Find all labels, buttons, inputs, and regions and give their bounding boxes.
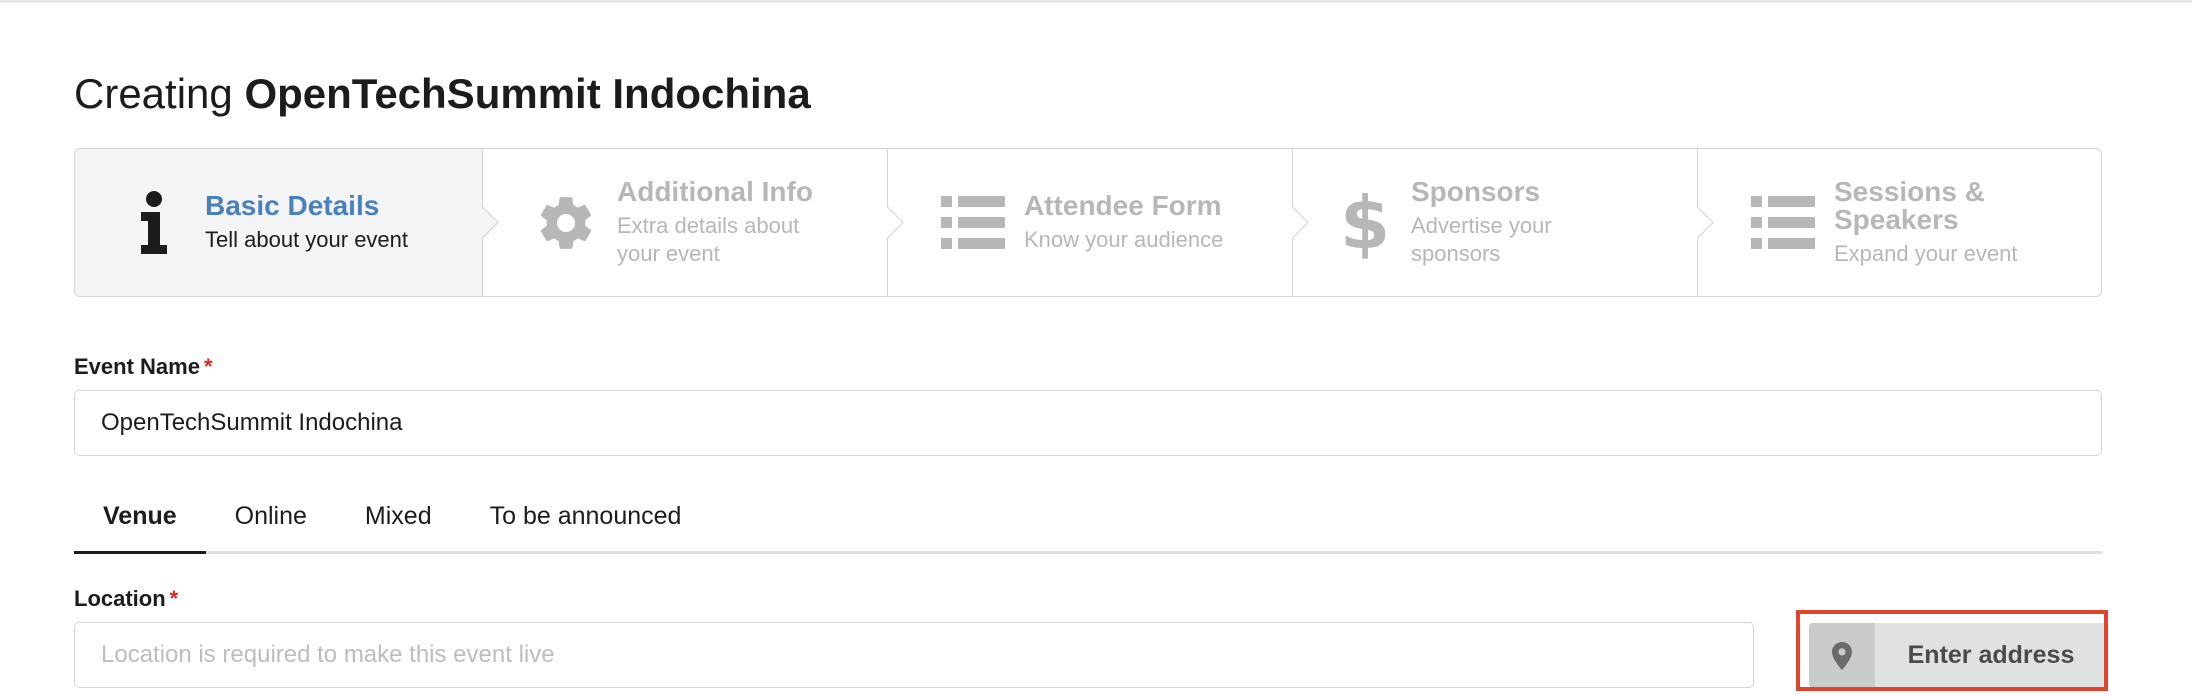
gear-icon <box>531 183 601 263</box>
step-description: Tell about your event <box>205 226 409 252</box>
step-additional-info[interactable]: Additional Info Extra details about your… <box>483 149 904 296</box>
location-type-tabs: Venue Online Mixed To be announced <box>74 490 2102 554</box>
map-pin-icon <box>1809 623 1875 688</box>
page-title: Creating OpenTechSummit Indochina <box>74 68 811 120</box>
event-name-input[interactable] <box>74 390 2102 456</box>
step-title: Sessions & Speakers <box>1834 175 1985 235</box>
step-description: Advertise your sponsors <box>1411 212 1552 266</box>
step-basic-details[interactable]: Basic Details Tell about your event <box>75 149 499 296</box>
tab-to-be-announced[interactable]: To be announced <box>461 490 711 554</box>
info-icon <box>119 183 189 263</box>
location-label: Location * <box>74 586 178 612</box>
step-title: Additional Info <box>617 175 813 207</box>
step-description: Expand your event <box>1834 240 2018 266</box>
enter-address-label: Enter address <box>1907 641 2075 669</box>
step-sessions-speakers[interactable]: Sessions & Speakers Expand your event <box>1698 149 2101 296</box>
step-title: Attendee Form <box>1024 189 1222 221</box>
page-title-event-name: OpenTechSummit Indochina <box>244 70 811 117</box>
step-attendee-form[interactable]: Attendee Form Know your audience <box>888 149 1309 296</box>
wizard-steps: Basic Details Tell about your event Addi… <box>74 148 2102 297</box>
event-name-label-text: Event Name <box>74 354 200 379</box>
step-description: Extra details about your event <box>617 212 800 266</box>
list-icon <box>938 183 1008 263</box>
tab-mixed[interactable]: Mixed <box>336 490 461 554</box>
step-title: Sponsors <box>1411 175 1541 207</box>
location-label-text: Location <box>74 586 166 611</box>
event-name-label: Event Name * <box>74 354 213 380</box>
dollar-icon: $ <box>1339 180 1391 265</box>
list-icon <box>1748 183 1818 263</box>
step-title: Basic Details <box>205 189 380 221</box>
page-title-prefix: Creating <box>74 70 233 117</box>
create-event-page: Creating OpenTechSummit Indochina Basic … <box>74 0 2108 698</box>
location-input[interactable] <box>74 622 1754 688</box>
step-description: Know your audience <box>1024 226 1224 252</box>
step-sponsors[interactable]: $ Sponsors Advertise your sponsors <box>1293 149 1714 296</box>
required-mark: * <box>203 354 213 379</box>
enter-address-button[interactable]: Enter address <box>1809 623 2107 688</box>
tab-venue[interactable]: Venue <box>74 490 206 554</box>
required-mark: * <box>169 586 179 611</box>
tab-online[interactable]: Online <box>206 490 336 554</box>
